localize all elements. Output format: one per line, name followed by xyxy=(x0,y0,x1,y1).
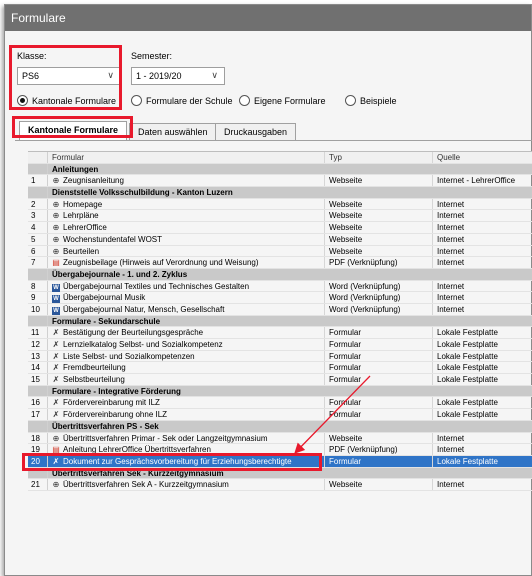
annotation-arrow-layer xyxy=(294,375,371,454)
annotation-arrow xyxy=(294,375,371,454)
